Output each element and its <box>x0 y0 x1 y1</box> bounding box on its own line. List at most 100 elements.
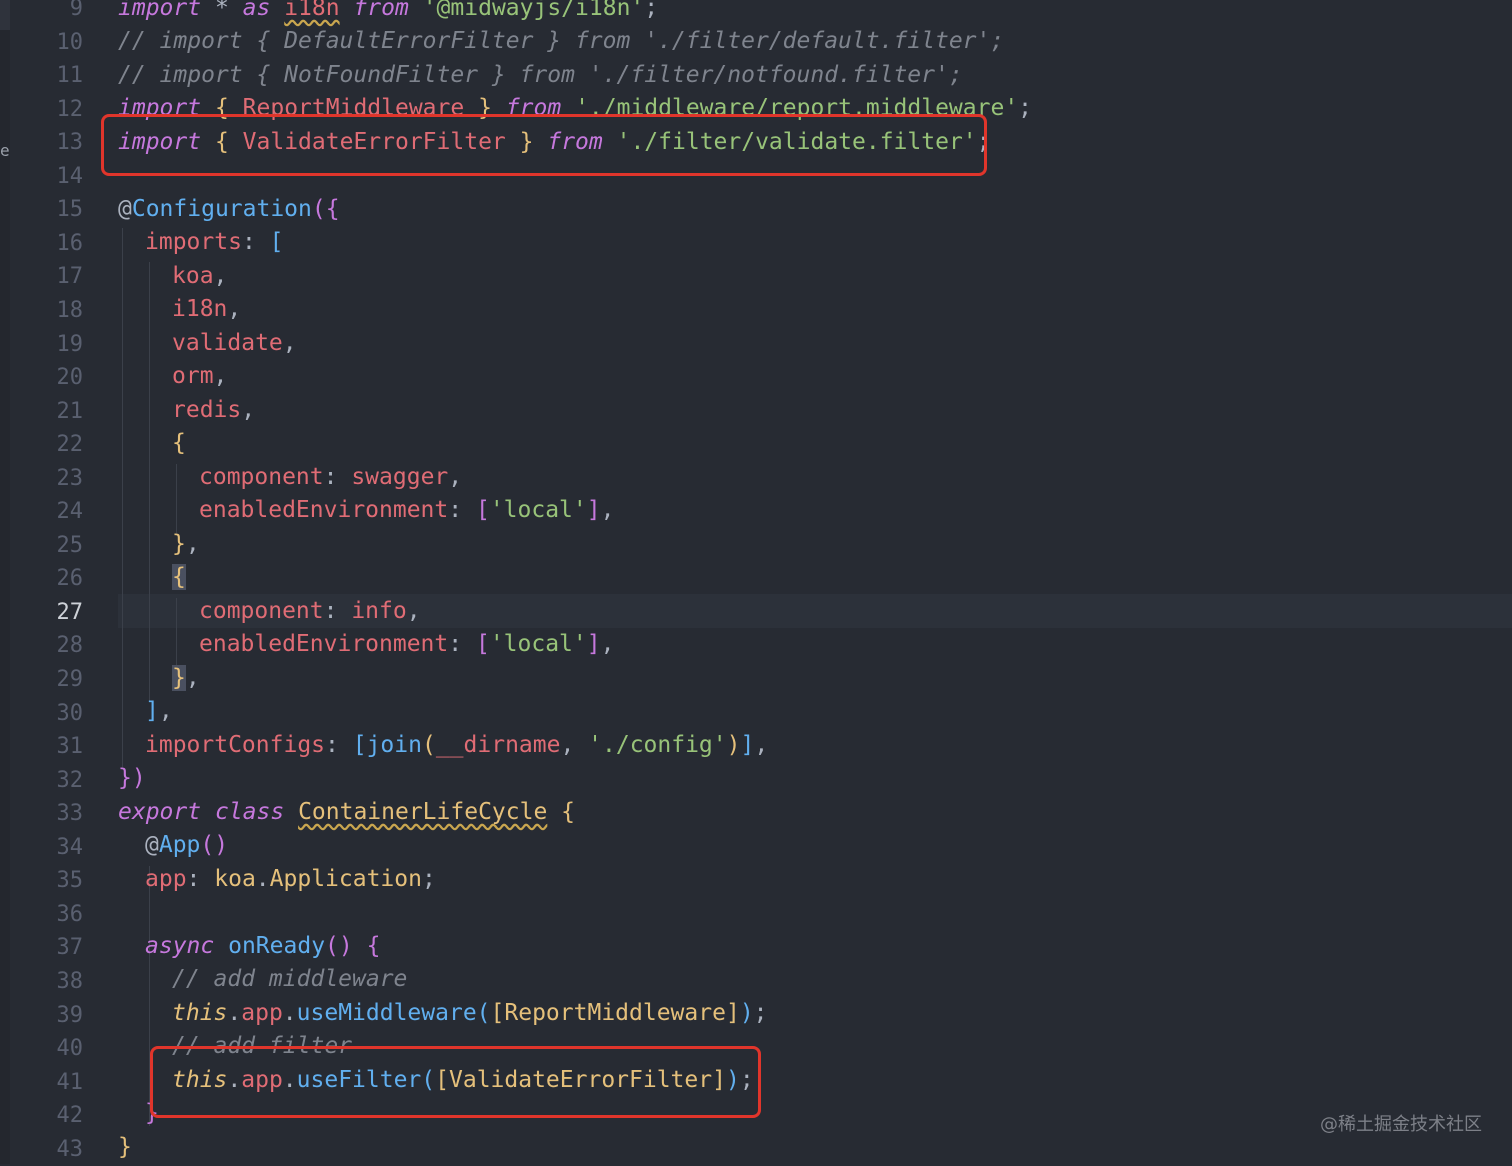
value: swagger <box>351 464 449 490</box>
matched-brace: { <box>172 564 186 590</box>
paren: ( <box>311 196 326 222</box>
line-number: 42 <box>56 1103 84 1129</box>
code-line-18: i18n, <box>172 296 242 322</box>
brace: } <box>172 531 186 557</box>
identifier: orm <box>172 363 214 389</box>
line-number: 17 <box>56 264 84 290</box>
code-line-20: orm, <box>172 363 228 389</box>
line-number: 38 <box>56 968 84 994</box>
decorator-name: Configuration <box>131 196 312 222</box>
brace: } <box>118 1134 132 1160</box>
code-line-30: ], <box>145 698 173 724</box>
left-tool-strip: e <box>0 0 10 1164</box>
property: app <box>145 866 187 892</box>
line-number: 33 <box>56 801 84 827</box>
line-number: 12 <box>56 96 84 122</box>
line-number: 19 <box>56 331 84 357</box>
paren: () <box>325 933 353 959</box>
code-line-22: { <box>172 427 186 460</box>
brace: { <box>172 430 186 456</box>
method-call: useMiddleware <box>296 1000 477 1026</box>
line-number: 9 <box>69 0 83 21</box>
keyword: import <box>118 0 202 21</box>
line-number: 36 <box>56 901 84 927</box>
matched-brace: } <box>172 665 186 691</box>
class-name: ContainerLifeCycle <box>298 799 548 825</box>
code-line-17: koa, <box>172 263 228 289</box>
brace: { <box>366 933 381 959</box>
punctuation: ; <box>644 0 659 21</box>
keyword: class <box>214 799 285 825</box>
function-call: join <box>366 732 422 758</box>
punctuation: ; <box>1018 95 1033 121</box>
string: '@midwayjs/i18n' <box>422 0 645 21</box>
line-number: 27 <box>56 599 84 625</box>
code-line-31: importConfigs: [join(__dirname, './confi… <box>145 732 769 758</box>
line-number: 21 <box>56 398 84 424</box>
line-number: 22 <box>56 432 84 458</box>
code-line-23: component: swagger, <box>199 464 463 490</box>
line-number-gutter: 9 10 11 12 13 14 15 16 17 18 19 20 21 22 23 24 25 26 27 28 2… <box>10 0 90 1164</box>
decorator-at: @ <box>145 832 159 858</box>
code-line-27: component: info, <box>199 598 421 624</box>
string: './config' <box>588 732 727 758</box>
line-number: 37 <box>56 935 84 961</box>
namespace: koa <box>214 866 256 892</box>
code-line-39: this.app.useMiddleware([ReportMiddleware… <box>172 1000 768 1026</box>
line-number: 20 <box>56 365 84 391</box>
keyword: async <box>145 933 215 959</box>
line-number: 34 <box>56 834 84 860</box>
class-ref: ReportMiddleware <box>504 1000 726 1026</box>
line-number: 39 <box>56 1002 84 1028</box>
decorator-at: @ <box>118 196 132 222</box>
property: app <box>241 1000 283 1026</box>
keyword: from <box>353 0 409 21</box>
left-strip-marker <box>0 0 10 30</box>
key: component <box>199 598 324 624</box>
code-line-24: enabledEnvironment: ['local'], <box>199 497 615 523</box>
string: 'local' <box>489 631 587 657</box>
annotation-box-import <box>101 114 987 176</box>
operator: * <box>201 0 243 21</box>
bracket: ] <box>145 698 159 724</box>
value: info <box>351 598 407 624</box>
closing: }) <box>118 765 146 791</box>
colon: : <box>241 229 270 255</box>
key: enabledEnvironment <box>199 631 449 657</box>
keyword: export <box>118 799 202 825</box>
key: enabledEnvironment <box>199 497 449 523</box>
code-line-38: // add middleware <box>172 966 408 992</box>
code-line-26: { <box>172 561 186 594</box>
identifier: validate <box>172 330 283 356</box>
identifier: koa <box>172 263 214 289</box>
string: 'local' <box>489 497 587 523</box>
method-name: onReady <box>228 933 326 959</box>
brace: { <box>561 799 576 825</box>
brace: { <box>325 196 340 222</box>
code-line-28: enabledEnvironment: ['local'], <box>199 631 615 657</box>
line-number: 25 <box>56 532 84 558</box>
line-number: 14 <box>56 163 84 189</box>
line-number: 31 <box>56 734 84 760</box>
line-number: 15 <box>56 197 84 223</box>
argument: __dirname <box>435 732 561 758</box>
bracket: [ <box>269 229 284 255</box>
line-number: 30 <box>56 700 84 726</box>
identifier: redis <box>172 397 242 423</box>
code-line-16: imports: [ <box>145 226 284 259</box>
paren: () <box>200 832 229 858</box>
line-number: 23 <box>56 465 84 491</box>
line-number: 28 <box>56 633 84 659</box>
line-number: 11 <box>56 63 84 89</box>
line-number: 18 <box>56 297 84 323</box>
code-line-21: redis, <box>172 397 256 423</box>
code-line-19: validate, <box>172 330 297 356</box>
code-line-43: } <box>118 1131 132 1164</box>
line-number: 43 <box>56 1136 84 1162</box>
code-line-34: @App() <box>145 829 228 862</box>
code-line-33: export class ContainerLifeCycle { <box>118 796 575 829</box>
identifier: i18n <box>284 0 340 21</box>
code-line-35: app: koa.Application; <box>145 866 436 892</box>
line-number: 29 <box>56 667 84 692</box>
line-number: 41 <box>56 1069 84 1095</box>
